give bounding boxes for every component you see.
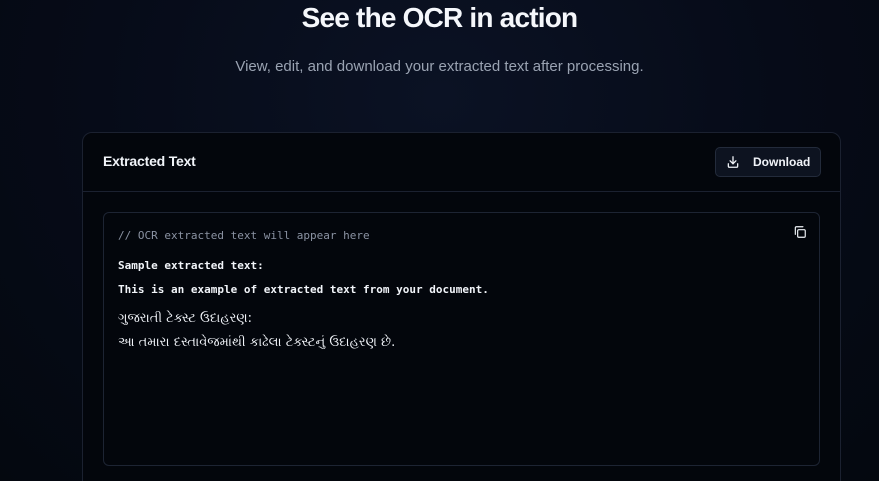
copy-icon[interactable]: [793, 225, 807, 239]
card-title: Extracted Text: [103, 153, 196, 169]
output-line-gujarati: આ તમારા દસ્તાવેજમાંથી કાઢેલા ટેક્સ્ટનું …: [118, 335, 396, 350]
extracted-text-output[interactable]: // OCR extracted text will appear here S…: [103, 212, 820, 466]
output-line-gujarati: ગુજરાતી ટેક્સ્ટ ઉદાહરણ:: [118, 311, 253, 326]
placeholder-comment: // OCR extracted text will appear here: [118, 229, 370, 242]
extracted-text-card: Extracted Text Download // OCR extracted…: [82, 132, 841, 481]
download-button-label: Download: [753, 155, 811, 169]
output-line: Sample extracted text:: [118, 259, 264, 272]
output-line: This is an example of extracted text fro…: [118, 283, 489, 296]
card-header: Extracted Text Download: [83, 133, 840, 192]
download-button[interactable]: Download: [715, 147, 821, 177]
page: See the OCR in action View, edit, and do…: [0, 0, 879, 481]
page-subtitle: View, edit, and download your extracted …: [235, 58, 644, 75]
page-title: See the OCR in action: [301, 2, 579, 33]
download-icon: [726, 155, 740, 169]
